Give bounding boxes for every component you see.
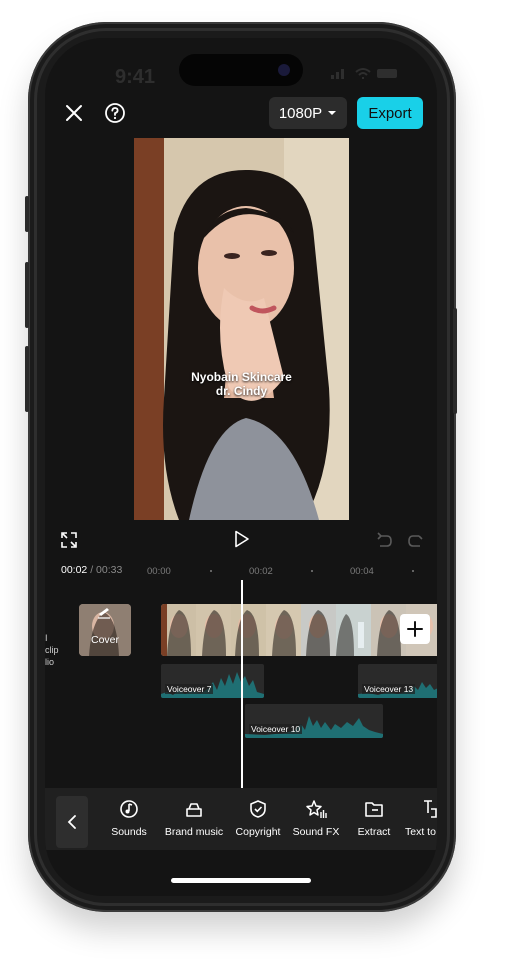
help-icon[interactable]: [103, 101, 127, 125]
undo-icon[interactable]: [375, 530, 395, 550]
caption-line-1: Nyobain Skincare: [191, 370, 292, 384]
fullscreen-icon[interactable]: [59, 530, 79, 550]
voiceover-label: Voiceover 13: [362, 684, 416, 694]
status-time: 9:41: [115, 66, 156, 88]
ruler-dot: [412, 570, 414, 572]
wifi-icon: [355, 68, 371, 79]
cover-thumbnail: [79, 604, 131, 656]
clip-frame: [266, 604, 301, 656]
clip-frame: [161, 604, 196, 656]
tool-label: Sounds: [111, 826, 147, 838]
close-icon[interactable]: [63, 102, 85, 124]
battery-icon: [377, 69, 397, 78]
tool-label: Extract: [357, 826, 391, 838]
ruler-dot: [311, 570, 313, 572]
tool-extract[interactable]: Extract: [351, 798, 397, 838]
dynamic-island: [179, 54, 303, 86]
clip-frame: [301, 604, 336, 656]
clip-frame: [336, 604, 371, 656]
tool-sound-fx[interactable]: Sound FX: [289, 798, 343, 838]
playhead[interactable]: [241, 580, 243, 788]
ruler-tick-1: 00:02: [249, 566, 273, 577]
tool-label: Copyright: [235, 826, 281, 838]
app-screen: 9:41 1080P Export Nyobain Skincare dr. C…: [45, 38, 437, 896]
preview-frame-image: [134, 138, 349, 520]
voiceover-clip[interactable]: Voiceover 10: [245, 704, 383, 738]
current-time: 00:02: [61, 564, 88, 576]
star-waveform-icon: [289, 798, 343, 820]
video-clip-strip[interactable]: [161, 604, 437, 656]
plus-icon: [407, 621, 423, 637]
mute-switch: [25, 196, 29, 232]
tool-sounds[interactable]: Sounds: [104, 798, 154, 838]
home-indicator[interactable]: [171, 878, 311, 883]
cover-label: Cover: [90, 634, 119, 646]
power-button: [453, 308, 457, 414]
video-caption: Nyobain Skincare dr. Cindy: [134, 370, 349, 398]
tool-text-to[interactable]: Text to: [405, 798, 437, 838]
status-icons: [331, 66, 401, 83]
music-note-icon: [104, 798, 154, 820]
tool-copyright[interactable]: Copyright: [232, 798, 284, 838]
export-button[interactable]: Export: [357, 97, 423, 129]
track-side-label[interactable]: I clip lio: [45, 632, 59, 668]
ruler-tick-0: 00:00: [147, 566, 171, 577]
add-clip-button[interactable]: [400, 614, 430, 644]
brand-music-icon: [159, 798, 229, 820]
resolution-label: 1080P: [278, 104, 323, 122]
ruler-dot: [210, 570, 212, 572]
camera-icon: [278, 64, 290, 76]
resolution-dropdown[interactable]: 1080P: [269, 97, 347, 129]
volume-down-button: [25, 346, 29, 412]
redo-icon[interactable]: [405, 530, 425, 550]
tool-label: Sound FX: [292, 826, 340, 838]
clip-frame: [196, 604, 231, 656]
signal-icon: [331, 69, 344, 79]
ruler-tick-2: 00:04: [350, 566, 374, 577]
timecode: 00:02 / 00:33: [61, 564, 122, 576]
voiceover-clip[interactable]: Voiceover 13: [358, 664, 437, 698]
total-time: / 00:33: [90, 564, 123, 576]
clip-frame: [231, 604, 266, 656]
video-preview[interactable]: Nyobain Skincare dr. Cindy: [134, 138, 349, 520]
side-label-line-1: clip: [45, 645, 59, 655]
caption-line-2: dr. Cindy: [215, 384, 268, 398]
voiceover-clip[interactable]: Voiceover 7: [161, 664, 264, 698]
voiceover-label: Voiceover 7: [165, 684, 214, 694]
tool-label: Text to: [405, 826, 436, 838]
tool-brand-music[interactable]: Brand music: [159, 798, 229, 838]
side-label-line-2: lio: [45, 657, 55, 667]
cover-button[interactable]: Cover: [79, 604, 131, 656]
chevron-left-icon: [67, 815, 76, 829]
caret-down-icon: [328, 111, 337, 115]
play-icon[interactable]: [231, 528, 253, 550]
folder-extract-icon: [351, 798, 397, 820]
voiceover-label: Voiceover 10: [249, 724, 303, 734]
text-to-speech-icon: [405, 798, 437, 820]
tool-label: Brand music: [164, 826, 224, 838]
back-button[interactable]: [56, 796, 88, 848]
shield-check-icon: [232, 798, 284, 820]
volume-up-button: [25, 262, 29, 328]
